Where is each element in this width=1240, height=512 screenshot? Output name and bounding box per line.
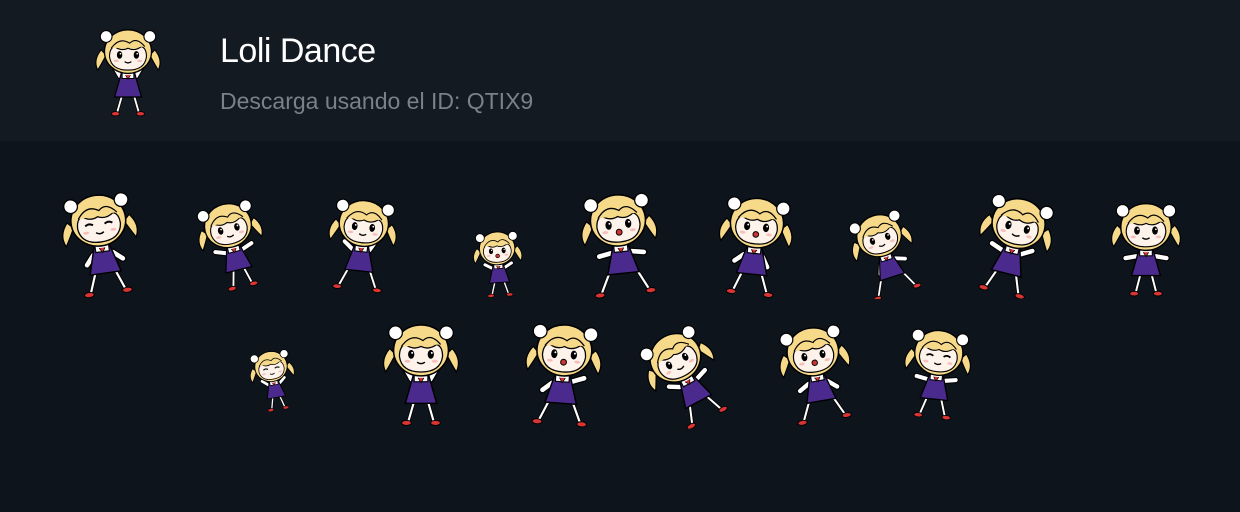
sticker-1[interactable] [52, 181, 150, 299]
pack-icon [86, 18, 170, 122]
sticker-4[interactable] [458, 223, 538, 299]
pack-header: Loli Dance Descarga usando el ID: QTIX9 [0, 0, 1240, 141]
sticker-14[interactable] [770, 311, 862, 429]
sticker-8[interactable] [966, 185, 1062, 299]
sticker-13[interactable] [632, 319, 736, 429]
sticker-2[interactable] [190, 185, 274, 299]
sticker-15[interactable] [894, 311, 980, 429]
sticker-10[interactable] [244, 341, 302, 415]
sticker-5[interactable] [566, 181, 674, 299]
sticker-7[interactable] [840, 203, 928, 299]
sticker-9[interactable] [1096, 191, 1196, 299]
sticker-6[interactable] [706, 185, 804, 299]
sticker-grid [0, 141, 1240, 512]
sticker-3[interactable] [318, 183, 406, 299]
sticker-11[interactable] [372, 311, 470, 429]
sticker-12[interactable] [514, 311, 612, 429]
pack-title: Loli Dance [220, 32, 376, 70]
pack-subtitle: Descarga usando el ID: QTIX9 [220, 88, 534, 114]
